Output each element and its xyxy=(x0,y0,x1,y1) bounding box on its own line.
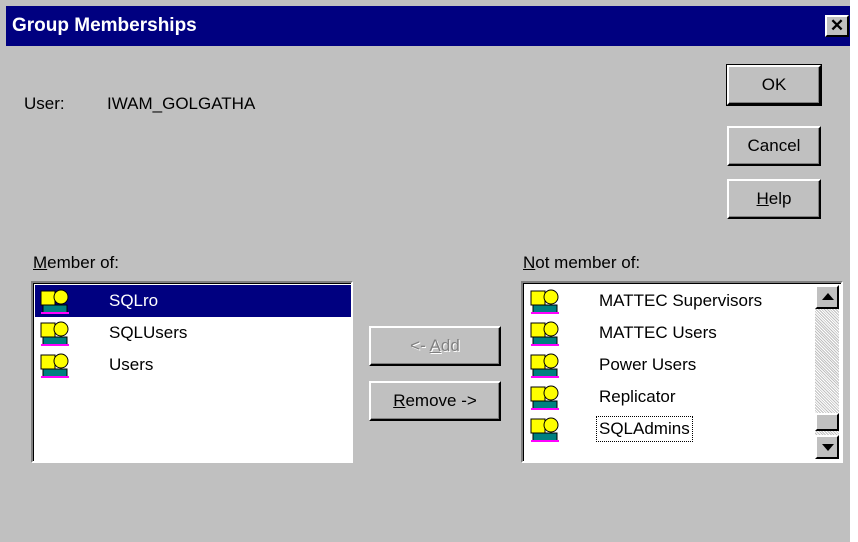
group-icon xyxy=(40,289,69,314)
not-member-of-label: Not member of: xyxy=(523,253,641,272)
list-item[interactable]: SQLUsers xyxy=(35,317,351,349)
group-icon xyxy=(40,353,69,378)
list-item[interactable]: MATTEC Users xyxy=(525,317,813,349)
list-item-label: Power Users xyxy=(599,355,697,374)
user-name: IWAM_GOLGATHA xyxy=(107,94,256,113)
add-button[interactable]: <- Add xyxy=(369,326,501,366)
title-bar[interactable]: Group Memberships ✕ xyxy=(6,6,850,46)
group-icon xyxy=(530,353,559,378)
member-of-label: Member of: xyxy=(33,253,119,272)
group-icon xyxy=(40,321,69,346)
list-item-label: Users xyxy=(109,355,154,374)
arrow-up-icon xyxy=(822,293,834,300)
group-icon xyxy=(530,289,559,314)
cancel-button-label: Cancel xyxy=(747,136,801,155)
add-button-label: <- Add xyxy=(410,336,460,355)
remove-button[interactable]: Remove -> xyxy=(369,381,501,421)
remove-button-label: Remove -> xyxy=(393,391,477,410)
list-item[interactable]: Replicator xyxy=(525,381,813,413)
help-button[interactable]: Help xyxy=(727,179,821,219)
close-icon: ✕ xyxy=(829,16,845,35)
list-item[interactable]: SQLro xyxy=(35,285,351,317)
list-item[interactable]: Users xyxy=(35,349,351,381)
group-icon xyxy=(530,385,559,410)
vertical-scrollbar[interactable] xyxy=(815,285,839,459)
ok-button[interactable]: OK xyxy=(726,64,822,106)
cancel-button[interactable]: Cancel xyxy=(727,126,821,166)
list-item-label: Replicator xyxy=(599,387,676,406)
group-icon xyxy=(530,417,559,442)
scroll-down-button[interactable] xyxy=(815,435,839,459)
list-item[interactable]: Power Users xyxy=(525,349,813,381)
list-item[interactable]: MATTEC Supervisors xyxy=(525,285,813,317)
list-item-label: SQLUsers xyxy=(109,323,188,342)
user-label: User: xyxy=(24,94,65,113)
list-item-label: MATTEC Users xyxy=(599,323,717,342)
window-title: Group Memberships xyxy=(12,15,197,36)
arrow-down-icon xyxy=(822,444,834,451)
not-member-of-list[interactable]: MATTEC Supervisors MATTEC Users Power Us… xyxy=(521,281,843,463)
list-item-label: SQLro xyxy=(109,291,159,310)
list-item-label: MATTEC Supervisors xyxy=(599,291,763,310)
group-icon xyxy=(530,321,559,346)
list-item-label: SQLAdmins xyxy=(596,416,693,442)
group-memberships-dialog: Group Memberships ✕ User: IWAM_GOLGATHA … xyxy=(0,0,850,542)
scroll-thumb[interactable] xyxy=(815,413,839,431)
member-of-list[interactable]: SQLro SQLUsers Users xyxy=(31,281,353,463)
ok-button-label: OK xyxy=(761,75,787,94)
list-item[interactable]: SQLAdmins xyxy=(525,413,813,445)
help-button-label: Help xyxy=(756,189,792,208)
close-button[interactable]: ✕ xyxy=(825,15,849,37)
scroll-up-button[interactable] xyxy=(815,285,839,309)
